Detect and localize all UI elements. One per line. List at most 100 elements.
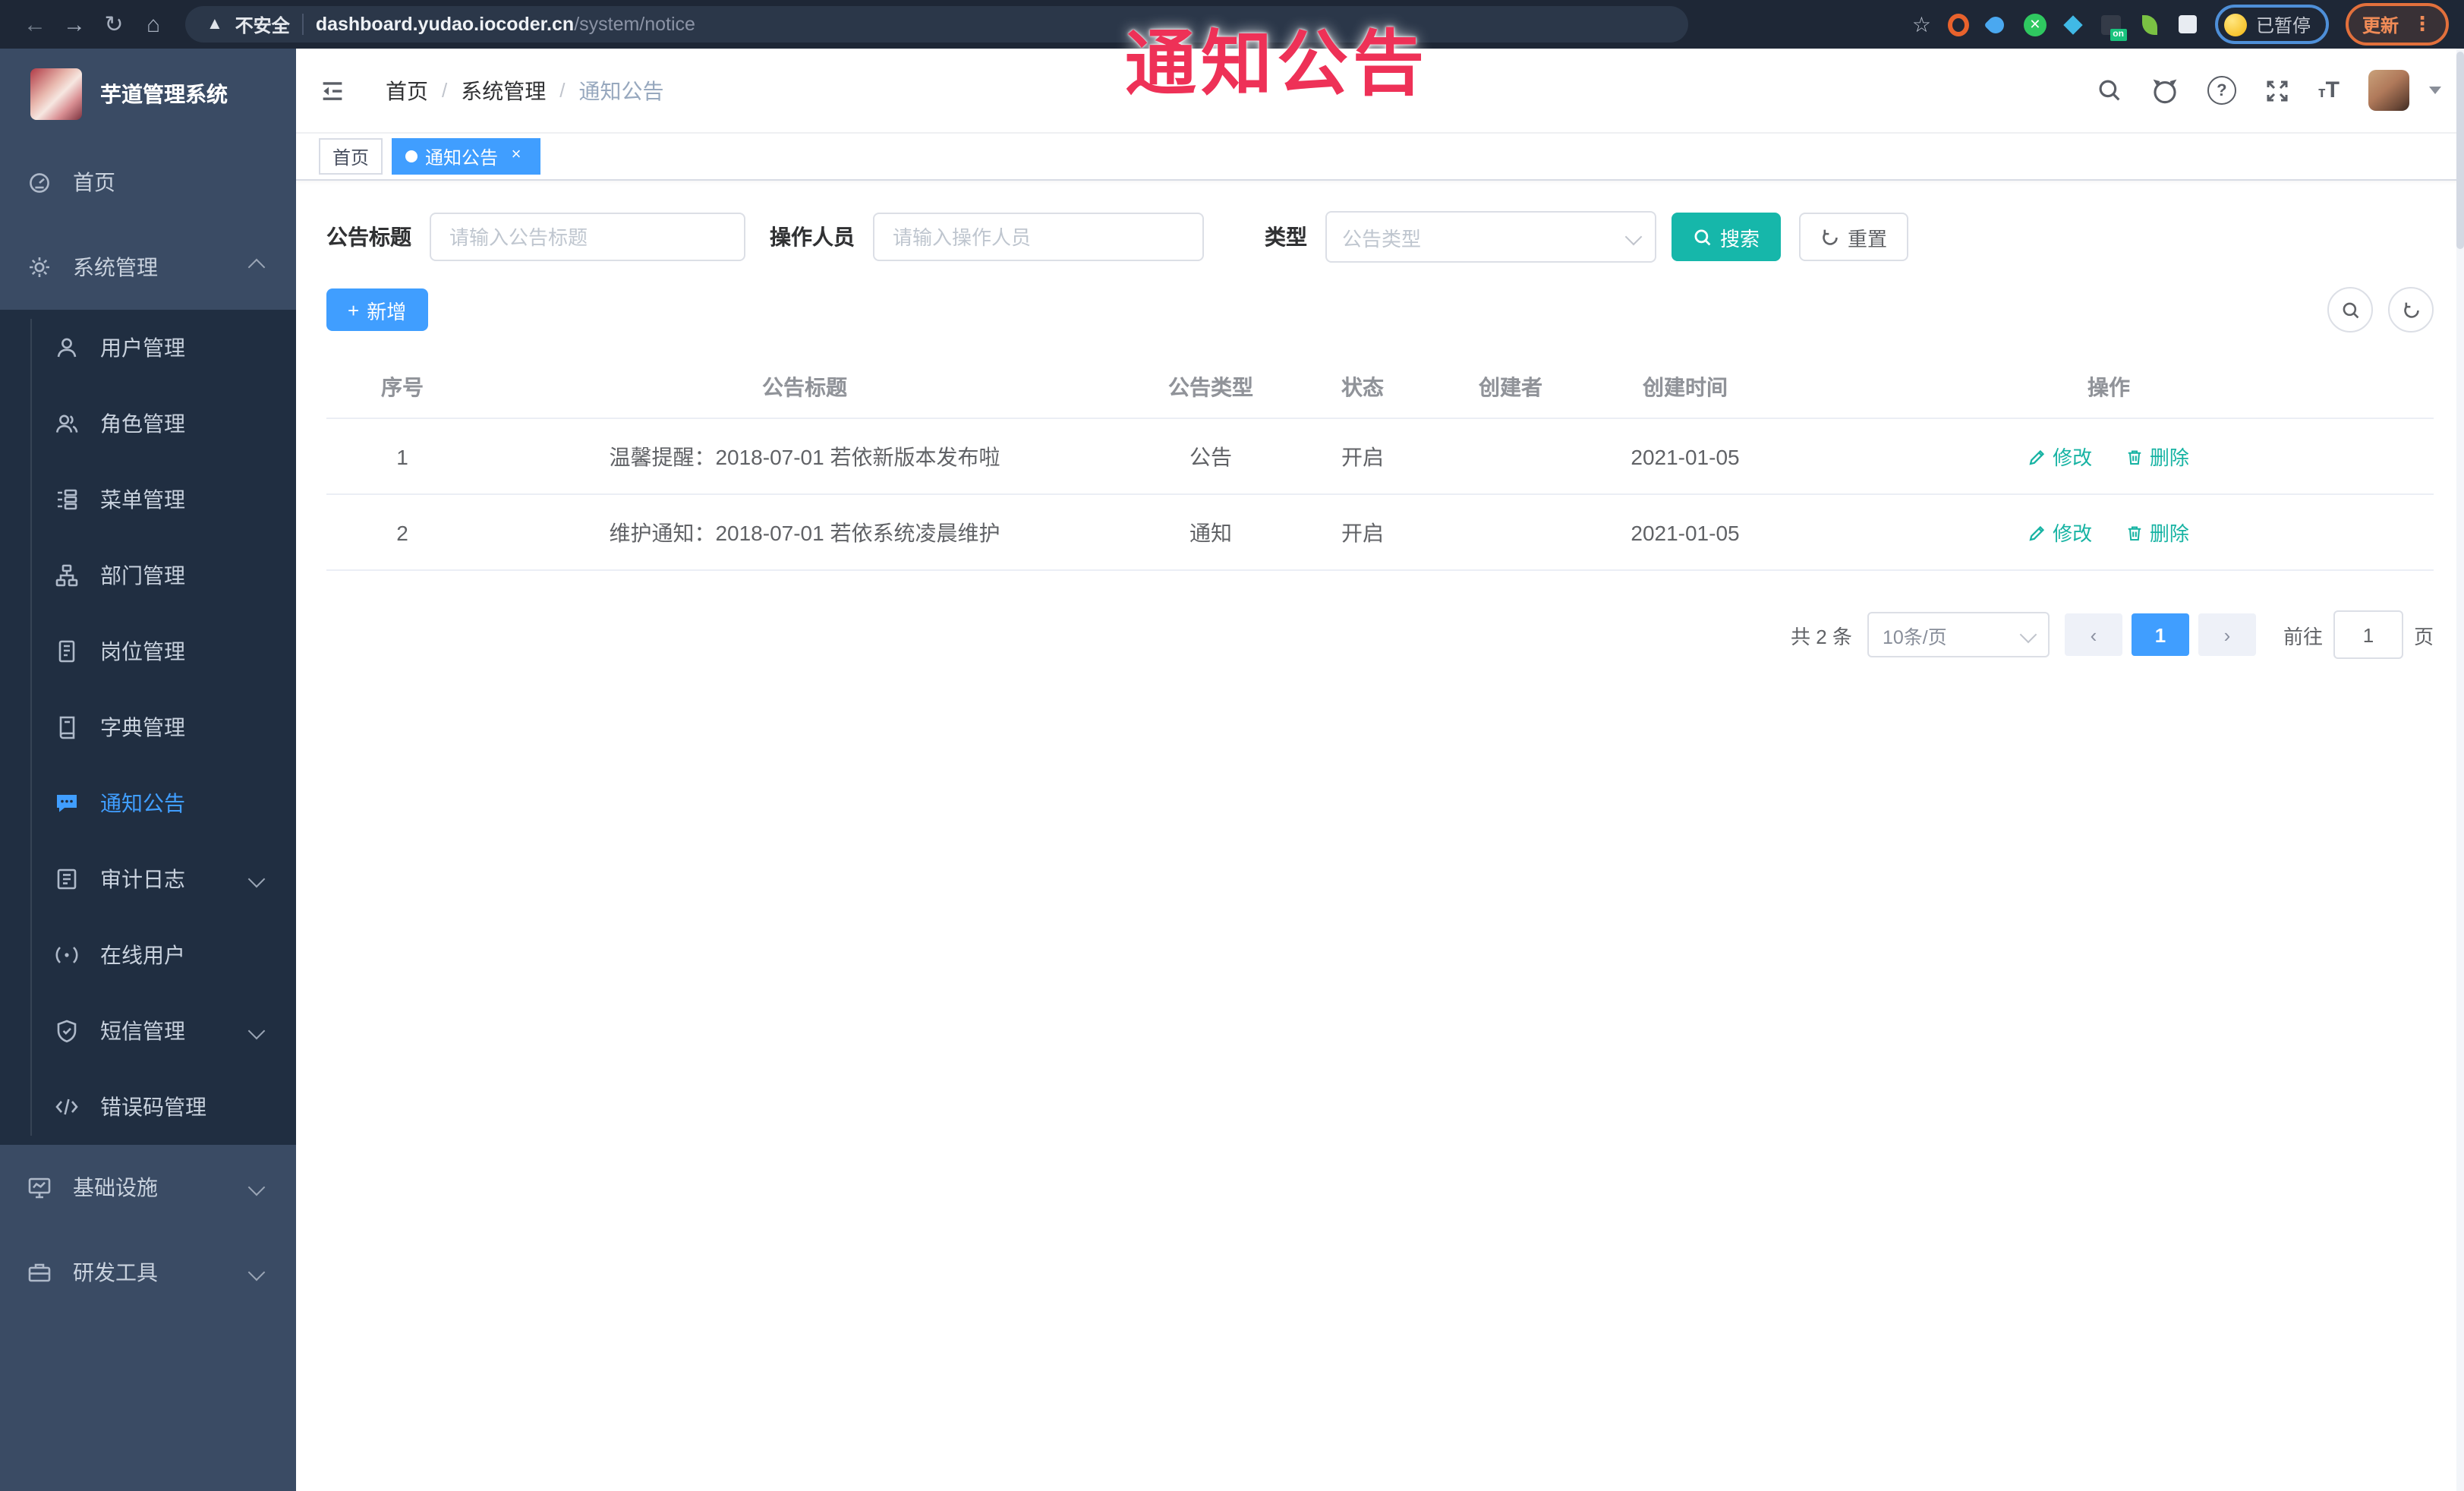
app-logo-row[interactable]: 芋道管理系统 (0, 49, 296, 140)
edit-link[interactable]: 修改 (2028, 442, 2092, 471)
notice-title-input[interactable] (430, 213, 745, 261)
extension-orange-icon[interactable] (1947, 13, 1969, 36)
overlay-annotation: 通知公告 (1125, 23, 1429, 103)
help-icon[interactable]: ? (2207, 76, 2236, 105)
cell-no: 2 (326, 494, 478, 571)
breadcrumb-home[interactable]: 首页 (386, 75, 428, 106)
extension-dark-on-icon[interactable]: on (2101, 14, 2127, 41)
filter-type-label: 类型 (1265, 225, 1307, 249)
extension-puzzle-icon[interactable] (2177, 14, 2198, 35)
sidebar-item-dev-tools[interactable]: 研发工具 (0, 1230, 296, 1315)
sidebar-item-error-codes[interactable]: 错误码管理 (0, 1069, 296, 1145)
extension-leaf-icon[interactable] (2139, 14, 2160, 35)
select-placeholder: 公告类型 (1342, 227, 1422, 250)
cell-status: 开启 (1290, 418, 1435, 495)
sidebar-item-label: 在线用户 (100, 943, 185, 967)
sidebar-item-departments[interactable]: 部门管理 (0, 537, 296, 613)
broadcast-icon (55, 947, 78, 963)
user-avatar[interactable] (2368, 70, 2409, 111)
chevron-down-icon (247, 1022, 266, 1040)
table-header-row: 序号 公告标题 公告类型 状态 创建者 创建时间 操作 (326, 357, 2434, 419)
search-icon[interactable] (2097, 77, 2122, 103)
sidebar-item-posts[interactable]: 岗位管理 (0, 613, 296, 689)
caret-down-icon[interactable] (2429, 87, 2441, 94)
extension-drop-icon[interactable] (1984, 12, 2009, 36)
sidebar-item-sms[interactable]: 短信管理 (0, 993, 296, 1069)
not-secure-label: 不安全 (235, 14, 290, 36)
browser-menu-dots-icon[interactable]: ⋮ (2412, 12, 2432, 36)
cell-title: 温馨提醒：2018-07-01 若依新版本发布啦 (478, 418, 1131, 495)
sidebar-item-label: 研发工具 (73, 1260, 158, 1285)
tag-notice[interactable]: 通知公告 × (392, 138, 541, 175)
browser-back-icon[interactable]: ← (15, 11, 55, 37)
sidebar-item-label: 用户管理 (100, 336, 185, 360)
update-label: 更新 (2362, 14, 2399, 36)
url-path: /system/notice (574, 14, 695, 35)
sidebar-item-label: 菜单管理 (100, 487, 185, 512)
profile-paused-pill[interactable]: 已暂停 (2214, 5, 2329, 44)
breadcrumb-system[interactable]: 系统管理 (461, 75, 546, 106)
sidebar-item-notice[interactable]: 通知公告 (0, 765, 296, 841)
app-logo-image (30, 68, 82, 120)
refresh-icon (2403, 301, 2418, 317)
toggle-search-button[interactable] (2327, 287, 2373, 333)
notice-type-select[interactable]: 公告类型 (1325, 211, 1656, 263)
add-button[interactable]: + 新增 (326, 288, 428, 331)
prev-page-button[interactable]: ‹ (2064, 613, 2122, 656)
sidebar-item-label: 基础设施 (73, 1175, 158, 1199)
next-page-button[interactable]: › (2198, 613, 2256, 656)
sidebar-fold-icon[interactable] (319, 77, 346, 104)
table-toolbar: + 新增 (326, 287, 2434, 333)
sidebar-item-label: 通知公告 (100, 791, 185, 815)
chevron-down-icon (247, 1178, 266, 1196)
sidebar-item-online-users[interactable]: 在线用户 (0, 917, 296, 993)
fullscreen-icon[interactable] (2265, 78, 2289, 102)
url-divider (301, 14, 304, 35)
reset-button[interactable]: 重置 (1799, 213, 1909, 261)
scrollbar[interactable] (2456, 49, 2464, 1491)
tag-close-icon[interactable]: × (506, 146, 527, 167)
extension-green-icon[interactable]: ✕ (2023, 13, 2047, 36)
page-size-value: 10条/页 (1882, 626, 1947, 648)
scrollbar-thumb[interactable] (2456, 52, 2464, 249)
search-button[interactable]: 搜索 (1672, 213, 1782, 261)
chevron-down-icon (1624, 228, 1643, 246)
sidebar-item-audit-log[interactable]: 审计日志 (0, 841, 296, 917)
url-host: dashboard.yudao.iocoder.cn (315, 14, 575, 35)
browser-forward-icon[interactable]: → (55, 11, 94, 37)
sidebar-item-label: 错误码管理 (100, 1095, 206, 1119)
extension-diamond-icon[interactable] (2063, 14, 2084, 35)
monitor-icon (28, 1177, 51, 1199)
address-bar[interactable]: ▲ 不安全 dashboard.yudao.iocoder.cn/system/… (185, 6, 1688, 43)
sidebar-item-system[interactable]: 系统管理 (0, 225, 296, 310)
operator-input[interactable] (873, 213, 1204, 261)
cell-title: 维护通知：2018-07-01 若依系统凌晨维护 (478, 494, 1131, 571)
sidebar-item-users[interactable]: 用户管理 (0, 310, 296, 386)
page-content: 公告标题 操作人员 类型 公告类型 搜索 重置 (296, 181, 2464, 1491)
delete-link[interactable]: 删除 (2125, 518, 2189, 547)
browser-home-icon[interactable]: ⌂ (134, 11, 173, 37)
sidebar-item-infrastructure[interactable]: 基础设施 (0, 1145, 296, 1230)
briefcase-icon (28, 1263, 51, 1282)
sidebar-item-menus[interactable]: 菜单管理 (0, 462, 296, 537)
page-size-select[interactable]: 10条/页 (1867, 612, 2050, 657)
bookmark-star-icon[interactable]: ☆ (1912, 11, 1931, 37)
goto-page-input[interactable] (2333, 610, 2403, 659)
sidebar-item-roles[interactable]: 角色管理 (0, 386, 296, 462)
main-area: 首页 / 系统管理 / 通知公告 ? тT 首页 通知公告 × 公告标题 请输入… (296, 49, 2464, 1491)
edit-link[interactable]: 修改 (2028, 518, 2092, 547)
browser-update-button[interactable]: 更新 ⋮ (2345, 3, 2449, 46)
sidebar-item-dictionary[interactable]: 字典管理 (0, 689, 296, 765)
user-icon (57, 338, 77, 358)
tag-home[interactable]: 首页 (319, 138, 383, 175)
sidebar-item-home[interactable]: 首页 (0, 140, 296, 225)
breadcrumb-separator: / (442, 79, 448, 102)
browser-reload-icon[interactable]: ↻ (94, 11, 134, 38)
github-icon[interactable] (2151, 77, 2179, 104)
refresh-table-button[interactable] (2388, 287, 2434, 333)
sidebar-item-label: 岗位管理 (100, 639, 185, 664)
delete-link[interactable]: 删除 (2125, 442, 2189, 471)
font-size-icon[interactable]: тT (2318, 77, 2340, 103)
page-number-button[interactable]: 1 (2131, 613, 2189, 656)
users-icon (55, 415, 78, 433)
